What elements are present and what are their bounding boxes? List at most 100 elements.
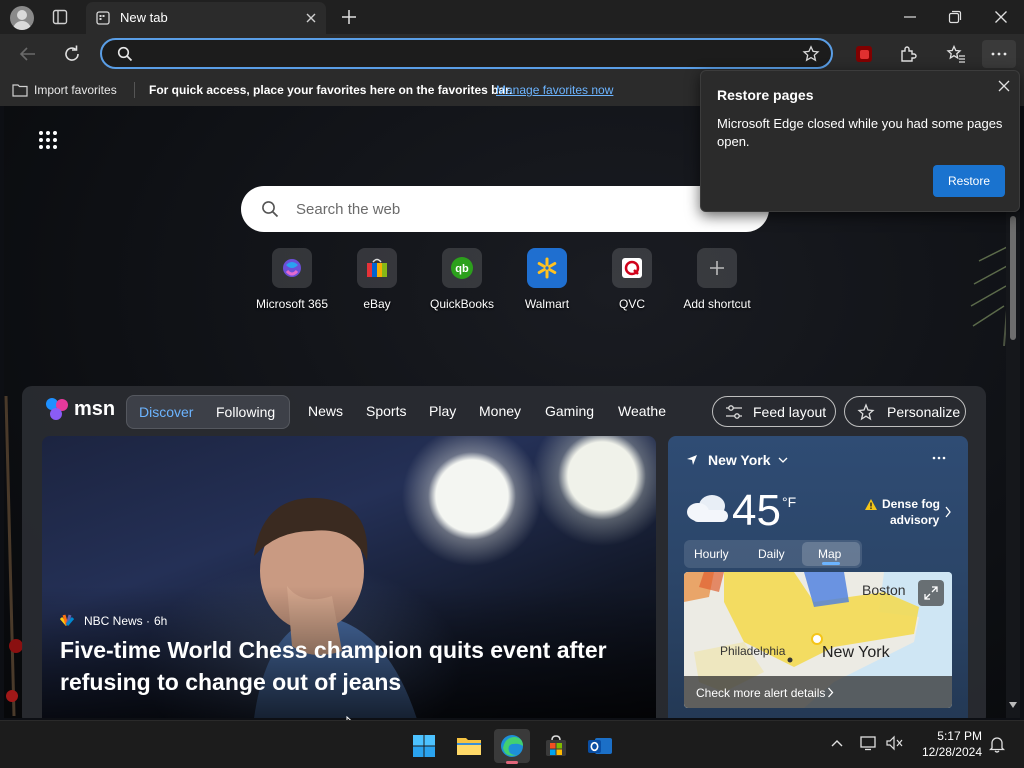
location-arrow-icon bbox=[686, 454, 698, 466]
new-tab-button[interactable] bbox=[340, 8, 358, 26]
scroll-down-arrow-icon[interactable] bbox=[1009, 702, 1017, 708]
tab-following[interactable]: Following bbox=[216, 404, 275, 420]
quickbooks-icon: qb bbox=[442, 248, 482, 288]
svg-text:qb: qb bbox=[455, 263, 469, 275]
personalize-button[interactable]: Personalize bbox=[844, 396, 966, 427]
hero-headline[interactable]: Five-time World Chess champion quits eve… bbox=[60, 634, 620, 698]
file-explorer-button[interactable] bbox=[451, 729, 487, 763]
restore-window-button[interactable] bbox=[947, 9, 963, 25]
nav-news[interactable]: News bbox=[308, 403, 343, 419]
start-button[interactable] bbox=[406, 729, 442, 763]
profile-avatar[interactable] bbox=[10, 6, 34, 30]
outlook-icon bbox=[588, 738, 612, 754]
title-bar: New tab bbox=[0, 0, 1024, 34]
nav-gaming[interactable]: Gaming bbox=[545, 403, 594, 419]
shortcut-microsoft-365[interactable]: Microsoft 365 bbox=[247, 248, 337, 311]
restore-button[interactable]: Restore bbox=[933, 165, 1005, 197]
favorites-bar-message: For quick access, place your favorites h… bbox=[149, 83, 513, 97]
tab-title: New tab bbox=[120, 10, 168, 25]
folder-icon bbox=[457, 738, 481, 755]
weather-location[interactable]: New York bbox=[708, 452, 771, 468]
expand-map-icon[interactable] bbox=[918, 580, 944, 606]
minimize-button[interactable] bbox=[902, 9, 918, 25]
web-search-box[interactable]: Search the web bbox=[241, 186, 769, 232]
nav-play[interactable]: Play bbox=[429, 403, 456, 419]
network-icon[interactable] bbox=[860, 735, 878, 751]
feed-toggle: Discover Following bbox=[126, 395, 290, 429]
more-options-icon[interactable] bbox=[932, 456, 946, 460]
scrollbar-thumb[interactable] bbox=[1010, 216, 1016, 340]
nav-money[interactable]: Money bbox=[479, 403, 521, 419]
close-popup-icon[interactable] bbox=[997, 79, 1011, 93]
tab-daily[interactable]: Daily bbox=[758, 547, 785, 561]
nbc-news-logo-icon bbox=[60, 614, 74, 626]
ebay-icon bbox=[357, 248, 397, 288]
navigation-toolbar bbox=[0, 34, 1024, 74]
feed-layout-label: Feed layout bbox=[753, 403, 827, 420]
shortcut-label: eBay bbox=[363, 297, 391, 311]
store-icon bbox=[546, 735, 566, 756]
hero-age: 6h bbox=[154, 614, 168, 628]
chevron-up-icon[interactable] bbox=[831, 739, 843, 747]
clock-date: 12/28/2024 bbox=[921, 745, 982, 759]
weather-map[interactable]: Boston Philadelphia New York Check more … bbox=[684, 572, 952, 708]
tab-map-selected[interactable]: Map bbox=[802, 542, 860, 566]
chevron-down-icon[interactable] bbox=[778, 456, 788, 464]
microsoft-store-button[interactable] bbox=[538, 729, 574, 763]
shortcut-walmart[interactable]: Walmart bbox=[502, 248, 592, 311]
hero-story-card[interactable]: NBC News · 6h Five-time World Chess cham… bbox=[42, 436, 656, 718]
weather-alert-line2[interactable]: advisory bbox=[890, 513, 939, 527]
close-tab-icon[interactable] bbox=[304, 11, 318, 25]
chevron-right-icon[interactable] bbox=[944, 506, 952, 518]
tab-new-tab[interactable]: New tab bbox=[86, 2, 326, 34]
plus-icon bbox=[697, 248, 737, 288]
back-button[interactable] bbox=[18, 44, 38, 64]
address-input[interactable] bbox=[142, 44, 782, 64]
address-bar[interactable] bbox=[100, 38, 833, 69]
windows-icon bbox=[413, 735, 435, 757]
weather-unit: °F bbox=[782, 494, 797, 510]
notification-bell-icon[interactable] bbox=[989, 735, 1005, 753]
extensions-icon[interactable] bbox=[898, 44, 918, 64]
weather-card: New York 45 °F Dense fog advisory Hourly bbox=[668, 436, 968, 718]
shortcut-label: Microsoft 365 bbox=[255, 297, 329, 311]
workspaces-icon[interactable] bbox=[52, 9, 68, 25]
add-shortcut-button[interactable]: Add shortcut bbox=[672, 248, 762, 311]
shortcut-ebay[interactable]: eBay bbox=[332, 248, 422, 311]
shortcut-label: Add shortcut bbox=[683, 297, 751, 311]
clock[interactable]: 5:17 PM 12/28/2024 bbox=[918, 729, 982, 759]
hero-source: NBC News bbox=[84, 614, 143, 628]
shortcut-qvc[interactable]: QVC bbox=[587, 248, 677, 311]
msn-logo-text: msn bbox=[74, 398, 116, 420]
warning-icon bbox=[864, 498, 878, 511]
shortcut-quickbooks[interactable]: qb QuickBooks bbox=[417, 248, 507, 311]
apps-launcher-icon[interactable] bbox=[38, 130, 58, 150]
edge-taskbar-button[interactable] bbox=[494, 729, 530, 764]
import-favorites-icon bbox=[12, 83, 28, 97]
favorite-star-icon[interactable] bbox=[802, 45, 820, 63]
favorites-icon[interactable] bbox=[946, 44, 966, 64]
taskbar: 5:17 PM 12/28/2024 bbox=[0, 720, 1024, 768]
tab-hourly[interactable]: Hourly bbox=[694, 547, 729, 561]
feed-layout-button[interactable]: Feed layout bbox=[712, 396, 836, 427]
manage-favorites-link[interactable]: Manage favorites now bbox=[496, 83, 613, 97]
map-label-philadelphia: Philadelphia bbox=[720, 644, 786, 658]
nav-sports[interactable]: Sports bbox=[366, 403, 406, 419]
outlook-button[interactable] bbox=[582, 729, 618, 763]
close-window-button[interactable] bbox=[993, 9, 1009, 25]
nav-weather[interactable]: Weathe bbox=[618, 403, 666, 419]
tab-discover[interactable]: Discover bbox=[139, 404, 193, 420]
page-scrollbar[interactable] bbox=[1006, 212, 1020, 718]
decorative-branch-left bbox=[4, 396, 23, 716]
weather-temperature: 45 bbox=[732, 486, 781, 535]
selected-indicator bbox=[822, 562, 840, 565]
map-label-boston: Boston bbox=[862, 582, 906, 598]
refresh-button[interactable] bbox=[62, 44, 82, 64]
ublock-extension-icon[interactable] bbox=[856, 46, 872, 62]
settings-menu-button[interactable] bbox=[982, 40, 1016, 68]
alert-details-bar[interactable]: Check more alert details bbox=[684, 676, 952, 708]
msn-logo-icon[interactable] bbox=[44, 396, 70, 422]
volume-muted-icon[interactable] bbox=[886, 735, 904, 751]
weather-alert-line1[interactable]: Dense fog bbox=[882, 497, 940, 511]
import-favorites-button[interactable]: Import favorites bbox=[34, 83, 117, 97]
